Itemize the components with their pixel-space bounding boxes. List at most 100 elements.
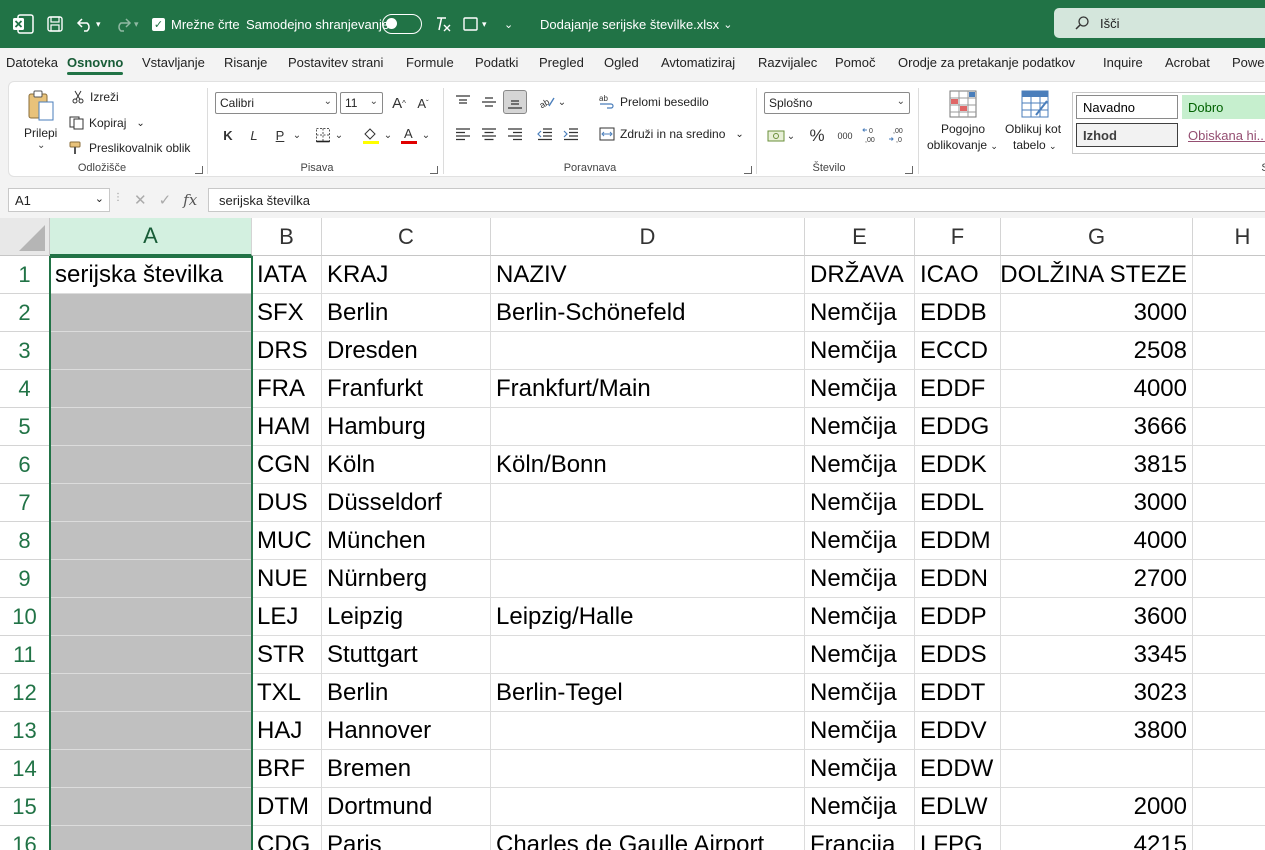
accounting-format-icon[interactable]: ⌄ bbox=[765, 126, 797, 146]
cell-g15[interactable]: 2000 bbox=[1001, 788, 1193, 826]
formula-input[interactable]: serijska številka bbox=[208, 188, 1265, 212]
style-output[interactable]: Izhod bbox=[1076, 123, 1178, 147]
cell-h13[interactable] bbox=[1193, 712, 1265, 750]
column-header-b[interactable]: B bbox=[252, 218, 322, 256]
conditional-formatting-icon[interactable] bbox=[947, 88, 979, 120]
cell-a10[interactable] bbox=[50, 598, 252, 636]
undo-icon[interactable] bbox=[76, 12, 94, 36]
cell-e5[interactable]: Nemčija bbox=[805, 408, 915, 446]
cell-d1[interactable]: NAZIV bbox=[491, 256, 805, 294]
cell-b16[interactable]: CDG bbox=[252, 826, 322, 850]
cell-g2[interactable]: 3000 bbox=[1001, 294, 1193, 332]
format-as-table-label-1[interactable]: Oblikuj kot bbox=[1005, 122, 1061, 136]
enter-icon[interactable]: ✓ bbox=[159, 191, 172, 209]
tab-osnovno[interactable]: Osnovno bbox=[67, 48, 124, 78]
cell-e7[interactable]: Nemčija bbox=[805, 484, 915, 522]
column-header-g[interactable]: G bbox=[1001, 218, 1193, 256]
save-icon[interactable] bbox=[46, 12, 64, 36]
row-header[interactable]: 10 bbox=[0, 598, 50, 636]
tab-pomoc[interactable]: Pomoč bbox=[835, 48, 875, 78]
clear-format-icon[interactable] bbox=[434, 12, 452, 36]
cell-h16[interactable] bbox=[1193, 826, 1265, 850]
select-all-corner[interactable] bbox=[0, 218, 50, 256]
cell-f5[interactable]: EDDG bbox=[915, 408, 1001, 446]
paste-icon[interactable] bbox=[25, 88, 57, 124]
row-header[interactable]: 15 bbox=[0, 788, 50, 826]
cell-b2[interactable]: SFX bbox=[252, 294, 322, 332]
cell-e11[interactable]: Nemčija bbox=[805, 636, 915, 674]
cell-c13[interactable]: Hannover bbox=[322, 712, 491, 750]
cell-g14[interactable] bbox=[1001, 750, 1193, 788]
cancel-icon[interactable]: ✕ bbox=[134, 191, 147, 209]
insert-function-icon[interactable]: fx bbox=[183, 191, 197, 209]
row-header[interactable]: 11 bbox=[0, 636, 50, 674]
cell-f15[interactable]: EDLW bbox=[915, 788, 1001, 826]
cell-a6[interactable] bbox=[50, 446, 252, 484]
cell-h12[interactable] bbox=[1193, 674, 1265, 712]
cell-b8[interactable]: MUC bbox=[252, 522, 322, 560]
cell-e1[interactable]: DRŽAVA bbox=[805, 256, 915, 294]
style-good[interactable]: Dobro bbox=[1182, 95, 1265, 119]
cell-h1[interactable] bbox=[1193, 256, 1265, 294]
cell-d3[interactable] bbox=[491, 332, 805, 370]
column-header-c[interactable]: C bbox=[322, 218, 491, 256]
tab-orodje-za-pretakanje-podatkov[interactable]: Orodje za pretakanje podatkov bbox=[898, 48, 1075, 78]
tab-postavitev-strani[interactable]: Postavitev strani bbox=[288, 48, 383, 78]
tab-podatki[interactable]: Podatki bbox=[475, 48, 518, 78]
cell-g6[interactable]: 3815 bbox=[1001, 446, 1193, 484]
cell-g3[interactable]: 2508 bbox=[1001, 332, 1193, 370]
number-format-select[interactable]: Splošno ⌄ bbox=[764, 92, 910, 114]
cell-d4[interactable]: Frankfurt/Main bbox=[491, 370, 805, 408]
paste-dropdown-icon[interactable]: ⌄ bbox=[37, 140, 45, 151]
row-header[interactable]: 7 bbox=[0, 484, 50, 522]
align-center-icon[interactable] bbox=[479, 124, 499, 144]
style-normal[interactable]: Navadno bbox=[1076, 95, 1178, 119]
decrease-decimal-icon[interactable]: ,00,0 bbox=[887, 124, 909, 146]
cell-b12[interactable]: TXL bbox=[252, 674, 322, 712]
cell-e2[interactable]: Nemčija bbox=[805, 294, 915, 332]
cell-c10[interactable]: Leipzig bbox=[322, 598, 491, 636]
cell-e4[interactable]: Nemčija bbox=[805, 370, 915, 408]
cell-b15[interactable]: DTM bbox=[252, 788, 322, 826]
underline-button[interactable]: P bbox=[271, 124, 289, 146]
conditional-formatting-label-2[interactable]: oblikovanje ⌄ bbox=[927, 138, 998, 152]
wrap-text-button[interactable]: ab Prelomi besedilo bbox=[599, 94, 709, 110]
copy-dropdown-icon[interactable]: ⌄ bbox=[136, 118, 144, 129]
tab-inquire[interactable]: Inquire bbox=[1103, 48, 1143, 78]
undo-dropdown-icon[interactable]: ▾ bbox=[96, 12, 101, 36]
cell-d16[interactable]: Charles de Gaulle Airport bbox=[491, 826, 805, 850]
cell-f6[interactable]: EDDK bbox=[915, 446, 1001, 484]
format-as-table-label-2[interactable]: tabelo ⌄ bbox=[1013, 138, 1057, 152]
cell-a13[interactable] bbox=[50, 712, 252, 750]
cell-h3[interactable] bbox=[1193, 332, 1265, 370]
cell-b5[interactable]: HAM bbox=[252, 408, 322, 446]
row-header[interactable]: 16 bbox=[0, 826, 50, 850]
row-header[interactable]: 9 bbox=[0, 560, 50, 598]
align-left-icon[interactable] bbox=[453, 124, 473, 144]
redo-dropdown-icon[interactable]: ▾ bbox=[134, 12, 139, 36]
cell-f16[interactable]: LFPG bbox=[915, 826, 1001, 850]
cell-g4[interactable]: 4000 bbox=[1001, 370, 1193, 408]
tab-power[interactable]: Powe bbox=[1232, 48, 1265, 78]
cell-a14[interactable] bbox=[50, 750, 252, 788]
grow-font-icon[interactable]: A ^ bbox=[389, 92, 409, 114]
copy-button[interactable]: Kopiraj ⌄ bbox=[69, 116, 145, 130]
document-title[interactable]: Dodajanje serijske številke.xlsx ⌄ bbox=[540, 0, 732, 48]
cell-f9[interactable]: EDDN bbox=[915, 560, 1001, 598]
cell-c1[interactable]: KRAJ bbox=[322, 256, 491, 294]
cell-g11[interactable]: 3345 bbox=[1001, 636, 1193, 674]
cell-b6[interactable]: CGN bbox=[252, 446, 322, 484]
borders-button[interactable]: ⌄ bbox=[311, 124, 347, 146]
cell-c16[interactable]: Paris bbox=[322, 826, 491, 850]
column-header-f[interactable]: F bbox=[915, 218, 1001, 256]
search-box[interactable]: Išči bbox=[1054, 8, 1265, 38]
increase-decimal-icon[interactable]: 0,00 bbox=[861, 124, 883, 146]
row-header[interactable]: 1 bbox=[0, 256, 50, 294]
align-top-icon[interactable] bbox=[453, 92, 473, 112]
cell-c5[interactable]: Hamburg bbox=[322, 408, 491, 446]
row-header[interactable]: 6 bbox=[0, 446, 50, 484]
cell-d14[interactable] bbox=[491, 750, 805, 788]
cell-e16[interactable]: Francija bbox=[805, 826, 915, 850]
cell-h8[interactable] bbox=[1193, 522, 1265, 560]
column-header-h[interactable]: H bbox=[1193, 218, 1265, 256]
